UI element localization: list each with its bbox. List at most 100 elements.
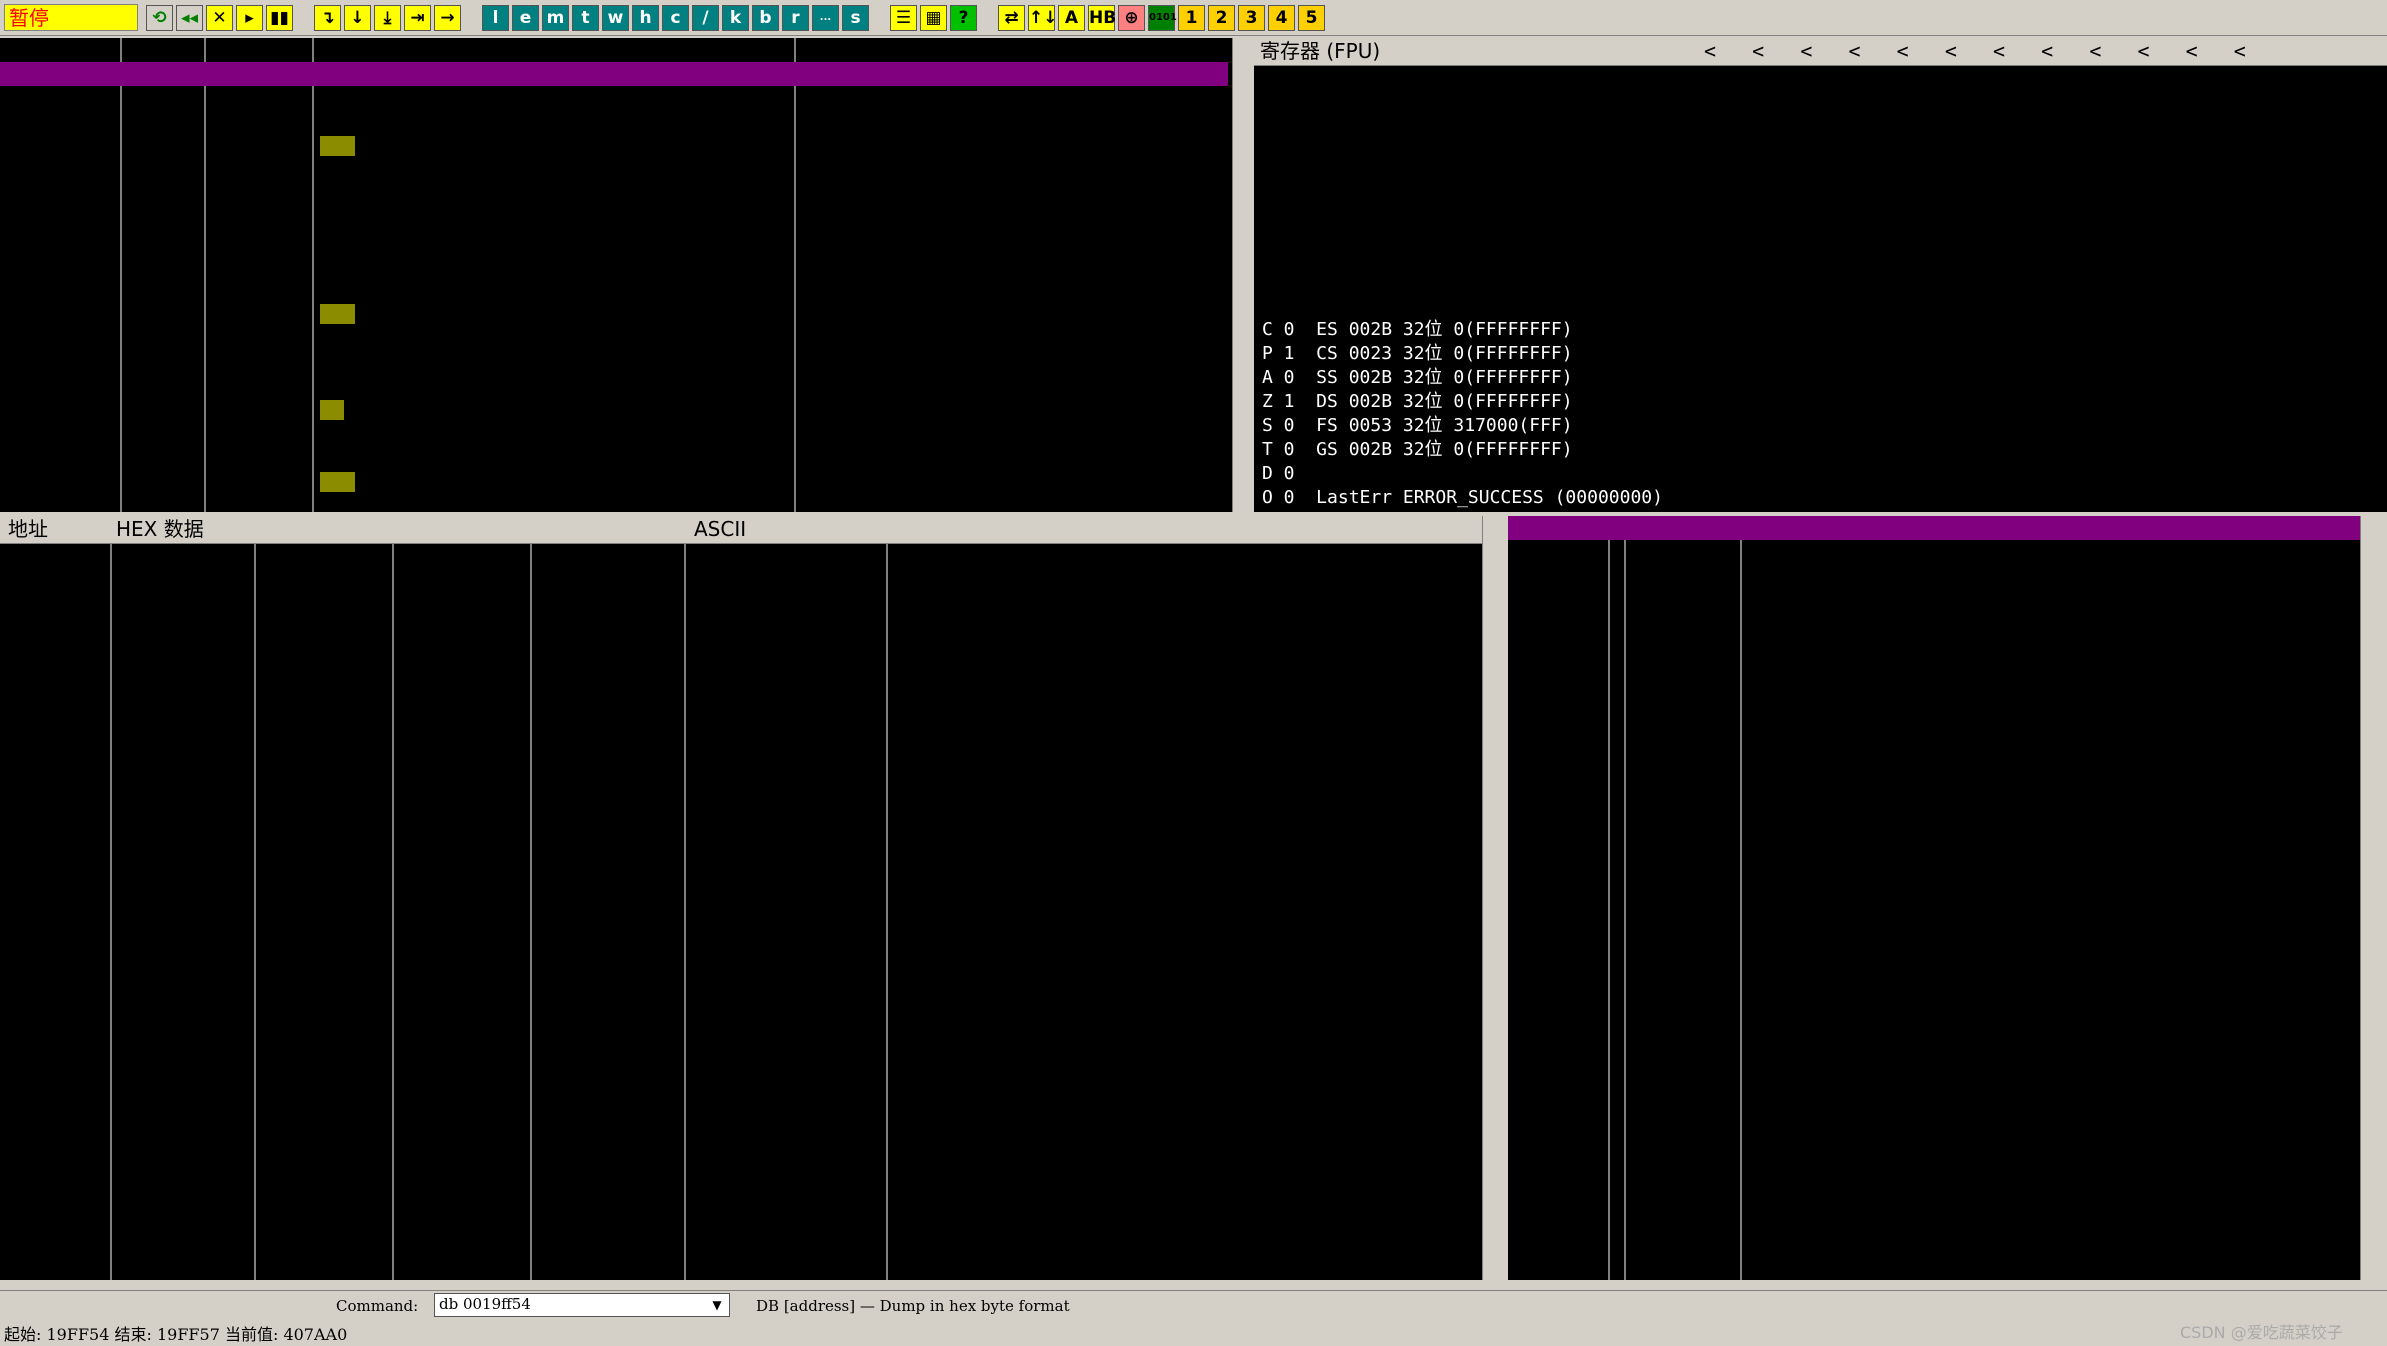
dump-header-ascii[interactable]: ASCII: [694, 516, 746, 542]
toolbar-button-31[interactable]: 0101: [1148, 5, 1177, 31]
dump-row[interactable]: [0, 596, 1482, 620]
disasm-row[interactable]: [0, 38, 1238, 62]
stack-row[interactable]: [1508, 1116, 2360, 1140]
disasm-row[interactable]: [0, 326, 1238, 350]
flag-row[interactable]: A 0 SS 002B 32位 0(FFFFFFFF): [1262, 366, 2387, 390]
dump-row[interactable]: [0, 572, 1482, 596]
stack-row[interactable]: [1508, 540, 2360, 564]
toolbar-button-4[interactable]: ▮▮: [266, 5, 293, 31]
stack-row[interactable]: [1508, 1188, 2360, 1212]
stack-row[interactable]: [1508, 516, 2360, 540]
disasm-row[interactable]: [0, 230, 1238, 254]
dump-header-address[interactable]: 地址: [8, 516, 48, 542]
register-row-eip[interactable]: [1254, 274, 2387, 298]
toolbar-button-36[interactable]: 5: [1298, 5, 1325, 31]
flag-row[interactable]: O 0 LastErr ERROR_SUCCESS (00000000): [1262, 486, 2387, 510]
toolbar-button-7[interactable]: ⤓: [374, 5, 401, 31]
stack-row[interactable]: [1508, 780, 2360, 804]
stack-row[interactable]: [1508, 756, 2360, 780]
toolbar-button-3[interactable]: ▸: [236, 5, 263, 31]
stack-row[interactable]: [1508, 1020, 2360, 1044]
memory-dump-panel[interactable]: 地址 HEX 数据 ASCII: [0, 516, 1482, 1280]
register-row[interactable]: [1254, 140, 2387, 164]
flag-row[interactable]: C 0 ES 002B 32位 0(FFFFFFFF): [1262, 318, 2387, 342]
register-row[interactable]: [1254, 68, 2387, 92]
stack-row[interactable]: [1508, 1044, 2360, 1068]
toolbar-button-34[interactable]: 3: [1238, 5, 1265, 31]
dump-row[interactable]: [0, 644, 1482, 668]
toolbar-button-19[interactable]: b: [752, 5, 779, 31]
stack-row[interactable]: [1508, 900, 2360, 924]
stack-row[interactable]: [1508, 996, 2360, 1020]
disasm-row[interactable]: [0, 494, 1238, 512]
stack-row[interactable]: [1508, 804, 2360, 828]
stack-row[interactable]: [1508, 1164, 2360, 1188]
toolbar-button-16[interactable]: c: [662, 5, 689, 31]
dump-row[interactable]: [0, 548, 1482, 572]
stack-scrollbar[interactable]: [2360, 516, 2380, 1280]
toolbar-button-29[interactable]: HB: [1088, 5, 1116, 31]
flag-row[interactable]: D 0: [1262, 462, 2387, 486]
toolbar-button-22[interactable]: s: [842, 5, 869, 31]
stack-row[interactable]: [1508, 1140, 2360, 1164]
stack-row[interactable]: [1508, 1212, 2360, 1236]
stack-row[interactable]: [1508, 684, 2360, 708]
toolbar-button-32[interactable]: 1: [1178, 5, 1205, 31]
dump-row[interactable]: [0, 788, 1482, 812]
disasm-row[interactable]: [0, 278, 1238, 302]
toolbar-button-17[interactable]: /: [692, 5, 719, 31]
stack-row[interactable]: [1508, 876, 2360, 900]
toolbar-button-5[interactable]: ↴: [314, 5, 341, 31]
stack-row[interactable]: [1508, 636, 2360, 660]
dump-scrollbar[interactable]: [1482, 516, 1500, 1280]
dump-row[interactable]: [0, 692, 1482, 716]
toolbar-button-10[interactable]: l: [482, 5, 509, 31]
toolbar-button-9[interactable]: →: [434, 5, 461, 31]
disasm-row[interactable]: [0, 374, 1238, 398]
disasm-row[interactable]: [0, 470, 1238, 494]
stack-row[interactable]: [1508, 828, 2360, 852]
dump-row[interactable]: [0, 620, 1482, 644]
register-row[interactable]: [1254, 116, 2387, 140]
command-input[interactable]: db 0019ff54 ▼: [434, 1293, 730, 1317]
stack-row[interactable]: [1508, 564, 2360, 588]
disasm-row[interactable]: [0, 182, 1238, 206]
stack-row[interactable]: [1508, 1068, 2360, 1092]
toolbar-button-14[interactable]: w: [602, 5, 629, 31]
toolbar-button-12[interactable]: m: [542, 5, 569, 31]
stack-row[interactable]: [1508, 660, 2360, 684]
stack-row[interactable]: [1508, 972, 2360, 996]
toolbar-button-8[interactable]: ⇥: [404, 5, 431, 31]
disassembly-panel[interactable]: [0, 38, 1238, 512]
disassembly-scrollbar[interactable]: [1232, 38, 1250, 512]
toolbar-button-24[interactable]: ▦: [920, 5, 947, 31]
dump-row[interactable]: [0, 740, 1482, 764]
disasm-row[interactable]: [0, 158, 1238, 182]
stack-row[interactable]: [1508, 924, 2360, 948]
stack-row[interactable]: [1508, 732, 2360, 756]
registers-panel[interactable]: 寄存器 (FPU) < < < < < < < < < < < < C 0 ES…: [1254, 38, 2387, 512]
stack-row[interactable]: [1508, 1236, 2360, 1260]
toolbar-button-26[interactable]: ⇄: [998, 5, 1025, 31]
register-row[interactable]: [1254, 188, 2387, 212]
toolbar-button-27[interactable]: ↑↓: [1028, 5, 1058, 31]
toolbar-button-28[interactable]: A: [1058, 5, 1085, 31]
toolbar-button-0[interactable]: ⟲: [146, 5, 173, 31]
toolbar-button-6[interactable]: ↓: [344, 5, 371, 31]
disasm-row[interactable]: [0, 110, 1238, 134]
toolbar-button-20[interactable]: r: [782, 5, 809, 31]
flag-row[interactable]: P 1 CS 0023 32位 0(FFFFFFFF): [1262, 342, 2387, 366]
toolbar-button-2[interactable]: ✕: [206, 5, 233, 31]
flag-row[interactable]: S 0 FS 0053 32位 317000(FFF): [1262, 414, 2387, 438]
disasm-row[interactable]: [0, 134, 1238, 158]
stack-row[interactable]: [1508, 1260, 2360, 1280]
toolbar-button-30[interactable]: ⊕: [1118, 5, 1145, 31]
disasm-row[interactable]: [0, 302, 1238, 326]
stack-panel[interactable]: [1508, 516, 2360, 1280]
registers-arrows[interactable]: < < < < < < < < < < < <: [1704, 38, 2246, 64]
dump-header-hex[interactable]: HEX 数据: [116, 516, 204, 542]
stack-row[interactable]: [1508, 948, 2360, 972]
disasm-row[interactable]: [0, 62, 1228, 86]
stack-row[interactable]: [1508, 708, 2360, 732]
stack-row[interactable]: [1508, 1092, 2360, 1116]
